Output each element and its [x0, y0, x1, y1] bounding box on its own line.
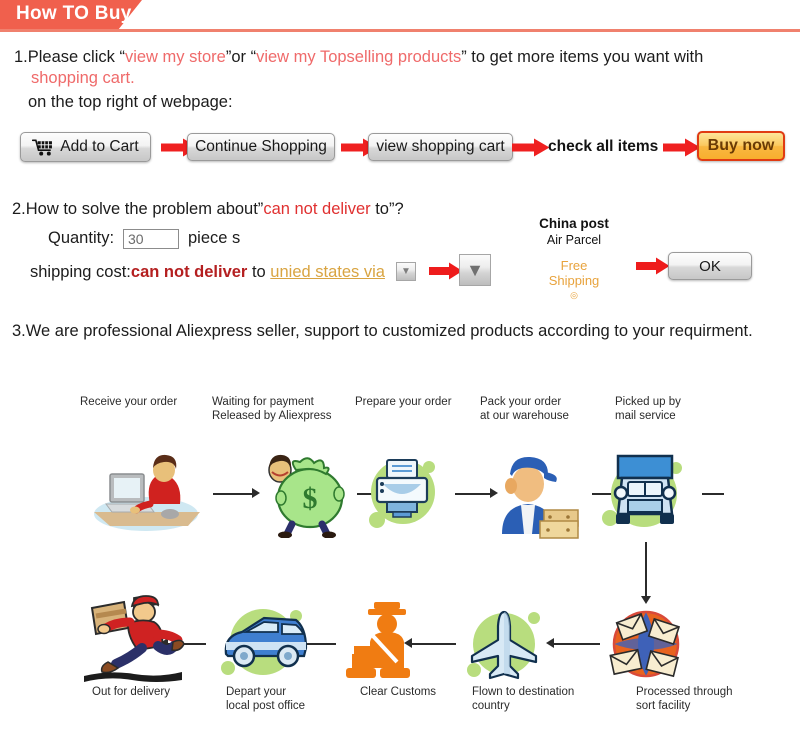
info-icon: ◎ — [570, 290, 578, 300]
page-title: How TO Buy — [16, 3, 132, 24]
country-dropdown-large[interactable]: ▼ — [459, 254, 491, 286]
printer-icon — [355, 448, 451, 540]
ok-button-label: OK — [699, 257, 721, 275]
step2-heading: 2.How to solve the problem about”can not… — [12, 200, 404, 219]
flow-label-receive-order: Receive your order — [80, 396, 178, 408]
flow-label-pack-order: Pack your order at our warehouse — [480, 396, 569, 422]
flow-connector — [702, 493, 724, 495]
flow-label-prepare-order: Prepare your order — [355, 396, 452, 408]
ok-button[interactable]: OK — [668, 252, 752, 280]
flow-label-clear-customs: Clear Customs — [360, 686, 437, 698]
shipping-cost-label: shipping cost: — [30, 263, 131, 281]
flow-label-sort-facility: Processed through sort facility — [636, 686, 733, 712]
running-courier-icon — [78, 592, 188, 686]
continue-shopping-label: Continue Shopping — [195, 138, 327, 155]
red-arrow-icon — [512, 138, 550, 157]
add-to-cart-button[interactable]: Add to Cart — [20, 132, 151, 162]
step1-line1: 1.Please click “view my store”or “view m… — [14, 48, 703, 67]
flow-arrowhead — [641, 596, 651, 604]
free-shipping-line1: Free — [560, 258, 588, 273]
country-dropdown-small[interactable]: ▼ — [396, 262, 416, 281]
globe-mail-icon — [600, 604, 692, 684]
page-header: How TO Buy — [0, 0, 800, 32]
shipping-cost-line: shipping cost:can not deliver to unied s… — [30, 263, 385, 282]
free-shipping-line2: Shipping — [548, 273, 600, 288]
flow-connector — [455, 493, 491, 495]
flow-connector-vertical — [645, 542, 647, 597]
flow-connector — [552, 643, 600, 645]
check-all-items-label: check all items — [548, 138, 659, 155]
step2-heading-a: 2.How to solve the problem about” — [12, 200, 264, 218]
money-bag-icon: $ — [258, 446, 350, 540]
step2-heading-b: to”? — [370, 200, 404, 218]
step1-line3: on the top right of webpage: — [28, 93, 233, 111]
flow-label-waiting-payment: Waiting for payment Released by Aliexpre… — [212, 396, 332, 422]
free-shipping-badge: Free Shipping ◎ — [540, 258, 608, 303]
step1-text-b: ”or “ — [225, 48, 257, 66]
red-arrow-icon — [429, 262, 463, 280]
step3-text: 3.We are professional Aliexpress seller,… — [12, 322, 753, 340]
view-my-store-link[interactable]: view my store — [125, 48, 226, 66]
warehouse-worker-icon — [488, 448, 588, 540]
add-to-cart-label: Add to Cart — [60, 138, 139, 155]
shopping-cart-link[interactable]: shopping cart. — [31, 69, 135, 88]
flow-connector — [213, 493, 253, 495]
shipping-cost-to: to — [247, 263, 271, 281]
carrier-name: China post — [539, 216, 609, 231]
view-shopping-cart-button[interactable]: view shopping cart — [368, 133, 513, 161]
flow-label-picked-up: Picked up by mail service — [615, 396, 681, 422]
view-topselling-link[interactable]: view my Topselling products — [256, 48, 461, 66]
shipping-country-link[interactable]: unied states via — [270, 263, 385, 281]
shopping-cart-icon — [32, 139, 53, 156]
delivery-van-icon — [208, 598, 318, 686]
step1-text-c: ” to get more items you want with — [461, 48, 704, 66]
chevron-down-icon: ▼ — [401, 266, 411, 277]
airplane-icon — [458, 600, 550, 688]
continue-shopping-button[interactable]: Continue Shopping — [187, 133, 335, 161]
view-shopping-cart-label: view shopping cart — [376, 138, 505, 155]
header-divider — [0, 29, 800, 32]
person-at-computer-icon — [88, 452, 208, 536]
buy-now-label: Buy now — [707, 137, 775, 154]
customs-officer-icon — [340, 598, 420, 684]
red-arrow-icon — [636, 257, 670, 275]
buy-now-button[interactable]: Buy now — [697, 131, 785, 161]
quantity-label: Quantity: — [48, 229, 115, 247]
flow-label-out-for-delivery: Out for delivery — [92, 686, 170, 698]
step2-heading-red: can not deliver — [263, 200, 371, 218]
svg-text:$: $ — [303, 482, 318, 515]
chevron-down-icon: ▼ — [466, 259, 484, 280]
quantity-input[interactable] — [123, 229, 179, 249]
shipping-cost-red: can not deliver — [130, 263, 248, 281]
mail-truck-icon — [592, 444, 698, 540]
flow-label-flown-destination: Flown to destination country — [472, 686, 575, 712]
shipping-flow-diagram: Receive your order Waiting for payment R… — [0, 360, 800, 742]
step1-text-a: 1.Please click “ — [14, 48, 125, 66]
quantity-unit-label: piece s — [188, 229, 241, 247]
flow-label-depart-post-office: Depart your local post office — [226, 686, 306, 712]
red-arrow-icon — [663, 138, 701, 157]
carrier-service: Air Parcel — [546, 233, 602, 247]
